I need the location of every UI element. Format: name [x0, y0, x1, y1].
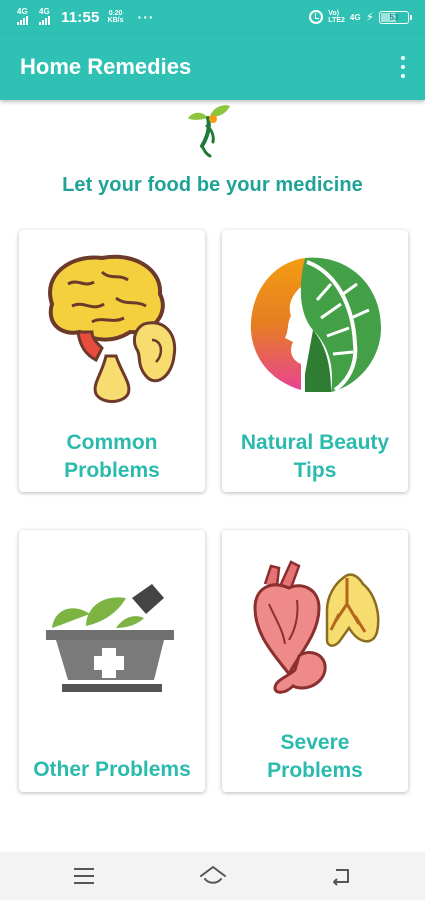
network-speed: 0.20 KB/s — [106, 10, 126, 24]
card-severe-problems[interactable]: Severe Problems — [222, 530, 408, 792]
card-other-problems[interactable]: Other Problems — [19, 530, 205, 792]
card-label-line2: Problems — [64, 459, 160, 482]
navigation-bar — [0, 852, 425, 900]
card-label-line1: Common — [66, 431, 158, 454]
mortar-herbs-icon — [46, 584, 174, 692]
status-left: 4G 4G 11:55 0.20 KB/s ··· — [17, 6, 155, 28]
alarm-icon — [309, 10, 324, 24]
card-label-line2: Tips — [293, 459, 337, 482]
network-type-2: 4G — [39, 7, 50, 16]
network-type-right: 4G — [349, 12, 361, 22]
status-bar: 4G 4G 11:55 0.20 KB/s ··· Vo) LTE2 4G ⚡ … — [0, 0, 425, 34]
brain-ear-nose-icon — [48, 254, 177, 403]
signal-icon: 4G — [39, 8, 55, 26]
card-common-problems[interactable]: Common Problems — [19, 230, 205, 492]
volte-indicator: Vo) LTE2 — [328, 10, 345, 24]
network-type-1: 4G — [17, 7, 28, 16]
heart-lungs-icon — [253, 560, 380, 694]
more-notifications-icon: ··· — [137, 9, 155, 25]
battery-icon: 53 — [379, 10, 412, 24]
card-natural-beauty-tips[interactable]: Natural Beauty Tips — [222, 230, 408, 492]
status-right: Vo) LTE2 4G ⚡ 53 — [309, 7, 412, 27]
home-icon[interactable] — [198, 862, 228, 890]
signal-icon: 4G — [17, 8, 33, 26]
charging-bolt-icon: ⚡ — [365, 10, 374, 24]
clock: 11:55 — [61, 8, 100, 26]
card-label-line1: Natural Beauty — [240, 431, 390, 454]
card-label: Other Problems — [33, 758, 191, 781]
more-vert-icon[interactable] — [399, 56, 407, 78]
volte-line1: Vo) — [328, 10, 340, 17]
card-label-line2: Problems — [267, 759, 363, 782]
back-icon[interactable] — [327, 862, 357, 890]
battery-level: 53 — [389, 12, 399, 22]
card-label: Natural Beauty Tips — [226, 429, 404, 485]
speed-value: 0.20 — [108, 10, 123, 17]
face-leaf-icon — [250, 257, 381, 392]
volte-line2: LTE2 — [328, 17, 345, 24]
app-bar: Home Remedies — [0, 34, 425, 100]
speed-unit: KB/s — [107, 17, 124, 24]
card-label-line1: Severe — [280, 731, 350, 754]
tagline: Let your food be your medicine — [62, 174, 363, 196]
app-logo-icon — [188, 105, 230, 158]
card-label: Severe Problems — [226, 729, 404, 785]
menu-icon[interactable] — [69, 862, 99, 890]
app-title: Home Remedies — [20, 54, 192, 79]
card-label: Common Problems — [23, 429, 201, 485]
